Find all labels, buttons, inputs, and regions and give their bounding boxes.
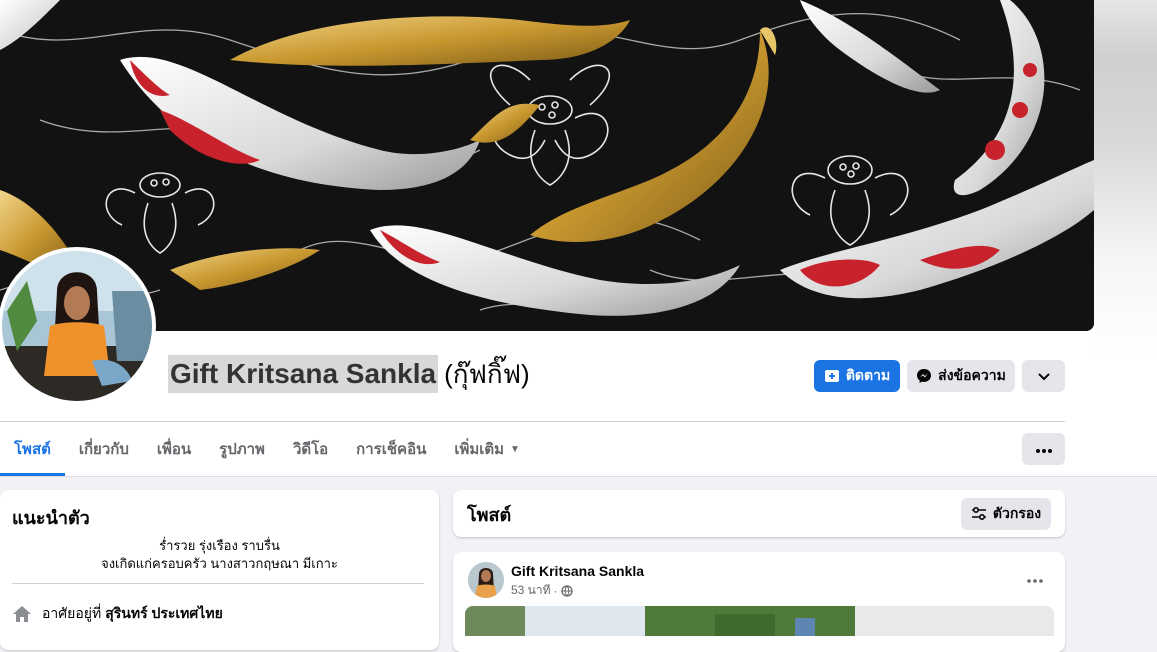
caret-down-icon: ▼ bbox=[510, 443, 520, 455]
tab-friends[interactable]: เพื่อน bbox=[143, 422, 205, 476]
cover-photo[interactable] bbox=[0, 0, 1094, 331]
intro-title: แนะนำตัว bbox=[12, 508, 90, 528]
message-button[interactable]: ส่งข้อความ bbox=[907, 360, 1015, 392]
tab-posts[interactable]: โพสต์ bbox=[0, 422, 65, 476]
profile-name-alt: (กุ๊ฟกิ๊ฟ) bbox=[444, 359, 530, 389]
tab-about[interactable]: เกี่ยวกับ bbox=[65, 422, 143, 476]
follow-label: ติดตาม bbox=[845, 367, 891, 383]
tab-photos[interactable]: รูปภาพ bbox=[205, 422, 279, 476]
globe-icon bbox=[560, 584, 573, 597]
messenger-icon bbox=[916, 368, 932, 384]
avatar-photo bbox=[2, 251, 152, 401]
post-author-name[interactable]: Gift Kritsana Sankla bbox=[511, 563, 644, 579]
cover-koi-art bbox=[0, 0, 1094, 331]
divider bbox=[0, 476, 1157, 477]
profile-avatar[interactable] bbox=[0, 247, 156, 405]
tab-checkins[interactable]: การเช็คอิน bbox=[342, 422, 440, 476]
post-options-button[interactable] bbox=[1019, 565, 1051, 593]
profile-more-button[interactable] bbox=[1022, 360, 1065, 392]
post-timestamp: 53 นาที · bbox=[511, 581, 573, 600]
tabs-more-button[interactable] bbox=[1022, 433, 1065, 465]
ellipsis-icon bbox=[1027, 570, 1043, 588]
post-time-text[interactable]: 53 นาที bbox=[511, 581, 551, 600]
post-author-avatar[interactable] bbox=[468, 562, 504, 598]
filter-label: ตัวกรอง bbox=[992, 505, 1042, 521]
filter-button[interactable]: ตัวกรอง bbox=[961, 498, 1051, 530]
posts-title: โพสต์ bbox=[467, 505, 512, 525]
post-image[interactable] bbox=[465, 606, 1054, 636]
intro-bio-line: ร่ำรวย รุ่งเรือง ราบรื่น bbox=[159, 538, 280, 553]
tab-more[interactable]: เพิ่มเติม ▼ bbox=[440, 422, 534, 476]
ellipsis-icon bbox=[1035, 440, 1052, 458]
intro-bio: ร่ำรวย รุ่งเรือง ราบรื่น จงเกิดแก่ครอบคร… bbox=[0, 537, 439, 573]
profile-name-main: Gift Kritsana Sankla bbox=[168, 355, 439, 393]
lives-in-place-link[interactable]: สุรินทร์ ประเทศไทย bbox=[105, 603, 223, 625]
intro-bio-line: จงเกิดแก่ครอบครัว นางสาวกฤษณา มีเกาะ bbox=[101, 556, 338, 571]
right-shadow bbox=[1094, 0, 1157, 476]
profile-tabs: โพสต์ เกี่ยวกับ เพื่อน รูปภาพ วิดีโอ การ… bbox=[0, 422, 534, 476]
separator-dot: · bbox=[553, 583, 558, 598]
tab-videos[interactable]: วิดีโอ bbox=[279, 422, 342, 476]
lives-in-prefix: อาศัยอยู่ที่ bbox=[42, 605, 102, 621]
profile-name: Gift Kritsana Sankla (กุ๊ฟกิ๊ฟ) bbox=[168, 354, 530, 394]
follow-icon bbox=[824, 368, 840, 384]
intro-lives-in: อาศัยอยู่ที่ สุรินทร์ ประเทศไทย bbox=[12, 603, 223, 625]
filter-icon bbox=[971, 507, 987, 521]
follow-button[interactable]: ติดตาม bbox=[814, 360, 900, 392]
home-icon bbox=[12, 605, 32, 623]
divider bbox=[12, 583, 424, 584]
chevron-down-icon bbox=[1037, 368, 1050, 384]
message-label: ส่งข้อความ bbox=[938, 367, 1006, 383]
